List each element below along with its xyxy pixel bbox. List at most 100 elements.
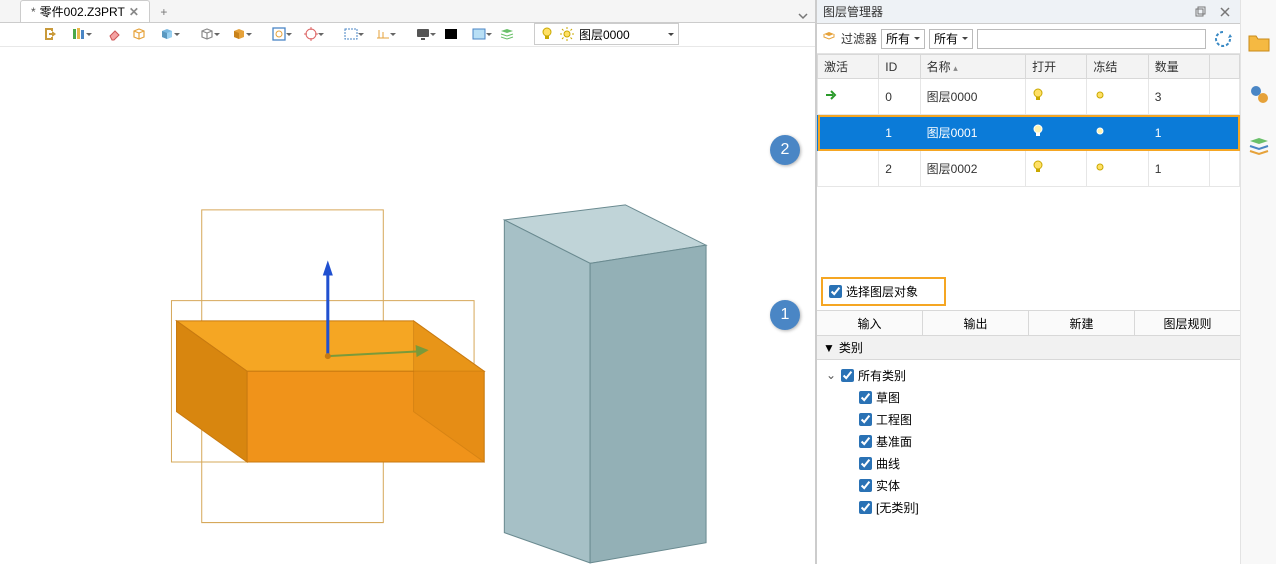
current-layer-name: 图层0000: [579, 26, 630, 43]
gears-icon[interactable]: [1245, 80, 1273, 108]
tree-item[interactable]: 实体: [825, 474, 1232, 496]
cell-id: 0: [879, 79, 920, 115]
export-button[interactable]: 输出: [923, 311, 1029, 335]
cell-count: 1: [1148, 151, 1209, 187]
disclosure-triangle-icon: ▼: [823, 341, 835, 355]
sun-icon: [559, 26, 575, 42]
layer-rule-button[interactable]: 图层规则: [1135, 311, 1240, 335]
wire-cube2-icon[interactable]: [192, 23, 222, 45]
tabstrip-overflow-icon[interactable]: [797, 10, 809, 22]
baseline-icon[interactable]: [368, 23, 398, 45]
cell-open[interactable]: [1026, 151, 1087, 187]
tree-item-checkbox[interactable]: [859, 435, 872, 448]
books-icon[interactable]: [64, 23, 94, 45]
cell-freeze[interactable]: [1087, 115, 1148, 151]
filter-select-2-value: 所有: [934, 30, 958, 47]
bulb-on-icon: [1032, 88, 1044, 102]
category-header-label: 类别: [839, 339, 863, 356]
layer-filter-icon[interactable]: [821, 31, 837, 47]
layers-icon[interactable]: [1245, 132, 1273, 160]
filter-select-1[interactable]: 所有: [881, 29, 925, 49]
filter-select-2[interactable]: 所有: [929, 29, 973, 49]
restore-window-icon[interactable]: [1192, 4, 1210, 20]
tree-item-checkbox[interactable]: [859, 457, 872, 470]
tree-item[interactable]: 草图: [825, 386, 1232, 408]
tree-root-checkbox[interactable]: [841, 369, 854, 382]
tree-item-label: 基准面: [876, 433, 912, 450]
cell-freeze[interactable]: [1087, 151, 1148, 187]
folder-icon[interactable]: [1245, 28, 1273, 56]
shaded-cube-icon[interactable]: [152, 23, 182, 45]
cell-active: [818, 79, 879, 115]
sun-icon: [1093, 124, 1107, 138]
tree-item[interactable]: [无类别]: [825, 496, 1232, 518]
tree-item-checkbox[interactable]: [859, 501, 872, 514]
col-active[interactable]: 激活: [818, 55, 879, 79]
solid-cube-icon[interactable]: [224, 23, 254, 45]
bulb-icon: [539, 26, 555, 42]
col-extra: [1210, 55, 1240, 79]
cell-active: [818, 115, 879, 151]
tree-item[interactable]: 工程图: [825, 408, 1232, 430]
close-tab-icon[interactable]: ✕: [129, 5, 139, 19]
select-layer-objects-checkbox[interactable]: 选择图层对象: [821, 277, 946, 306]
tree-item-label: 草图: [876, 389, 900, 406]
import-button[interactable]: 输入: [817, 311, 923, 335]
add-tab-button[interactable]: +: [154, 2, 174, 22]
cell-freeze[interactable]: [1087, 79, 1148, 115]
layer-table: 激活 ID 名称 打开 冻结 数量 0 图层0000 3: [817, 54, 1240, 187]
col-freeze[interactable]: 冻结: [1087, 55, 1148, 79]
tree-item-checkbox[interactable]: [859, 413, 872, 426]
close-panel-icon[interactable]: [1216, 4, 1234, 20]
bulb-on-icon: [1032, 160, 1044, 174]
tree-item-checkbox[interactable]: [859, 479, 872, 492]
eraser-icon[interactable]: [104, 23, 126, 45]
category-tree: ⌄ 所有类别 草图 工程图 基准面 曲线 实体 [无类别]: [817, 360, 1240, 522]
document-tabstrip: * 零件002.Z3PRT ✕ +: [0, 0, 815, 23]
wireframe-cube-icon[interactable]: [128, 23, 150, 45]
active-arrow-icon: [824, 88, 838, 102]
layer-row[interactable]: 1 图层0001 1: [818, 115, 1240, 151]
tree-item-checkbox[interactable]: [859, 391, 872, 404]
monitor-icon[interactable]: [408, 23, 438, 45]
view-box-icon[interactable]: [264, 23, 294, 45]
filter-row: 过滤器 所有 所有: [817, 24, 1240, 54]
panel-title: 图层管理器: [823, 3, 1186, 20]
refresh-icon[interactable]: [1210, 26, 1236, 52]
tree-item[interactable]: 曲线: [825, 452, 1232, 474]
blue-swatch-icon[interactable]: [464, 23, 494, 45]
cell-open[interactable]: [1026, 115, 1087, 151]
select-layer-objects-cb[interactable]: [829, 285, 842, 298]
target-icon[interactable]: [296, 23, 326, 45]
exit-icon[interactable]: [40, 23, 62, 45]
layer-action-buttons: 输入 输出 新建 图层规则: [817, 310, 1240, 336]
3d-viewport[interactable]: [0, 47, 815, 564]
tree-item-label: [无类别]: [876, 499, 919, 516]
chevron-down-icon: [962, 37, 968, 43]
col-count[interactable]: 数量: [1148, 55, 1209, 79]
layer-search-input[interactable]: [977, 29, 1206, 49]
filter-select-1-value: 所有: [886, 30, 910, 47]
document-tab[interactable]: * 零件002.Z3PRT ✕: [20, 0, 150, 22]
layer-row[interactable]: 0 图层0000 3: [818, 79, 1240, 115]
tree-expand-icon[interactable]: ⌄: [825, 368, 837, 382]
dirty-indicator: *: [31, 5, 36, 19]
chevron-down-icon: [914, 37, 920, 43]
col-open[interactable]: 打开: [1026, 55, 1087, 79]
tree-item[interactable]: 基准面: [825, 430, 1232, 452]
tree-root[interactable]: ⌄ 所有类别: [825, 364, 1232, 386]
black-swatch-icon[interactable]: [440, 23, 462, 45]
col-name[interactable]: 名称: [920, 55, 1025, 79]
side-icon-strip: [1240, 0, 1276, 564]
select-layer-objects-label: 选择图层对象: [846, 283, 918, 300]
layer-manager-panel: 图层管理器 过滤器 所有 所有 激活 ID 名称: [816, 0, 1240, 564]
cell-open[interactable]: [1026, 79, 1087, 115]
select-rect-icon[interactable]: [336, 23, 366, 45]
new-layer-button[interactable]: 新建: [1029, 311, 1135, 335]
layer-row[interactable]: 2 图层0002 1: [818, 151, 1240, 187]
callout-badge-1: 1: [770, 300, 800, 330]
category-section-header[interactable]: ▼ 类别: [817, 336, 1240, 360]
col-id[interactable]: ID: [879, 55, 920, 79]
layers-stack-icon[interactable]: [496, 23, 518, 45]
current-layer-dropdown[interactable]: 图层0000: [534, 23, 679, 45]
